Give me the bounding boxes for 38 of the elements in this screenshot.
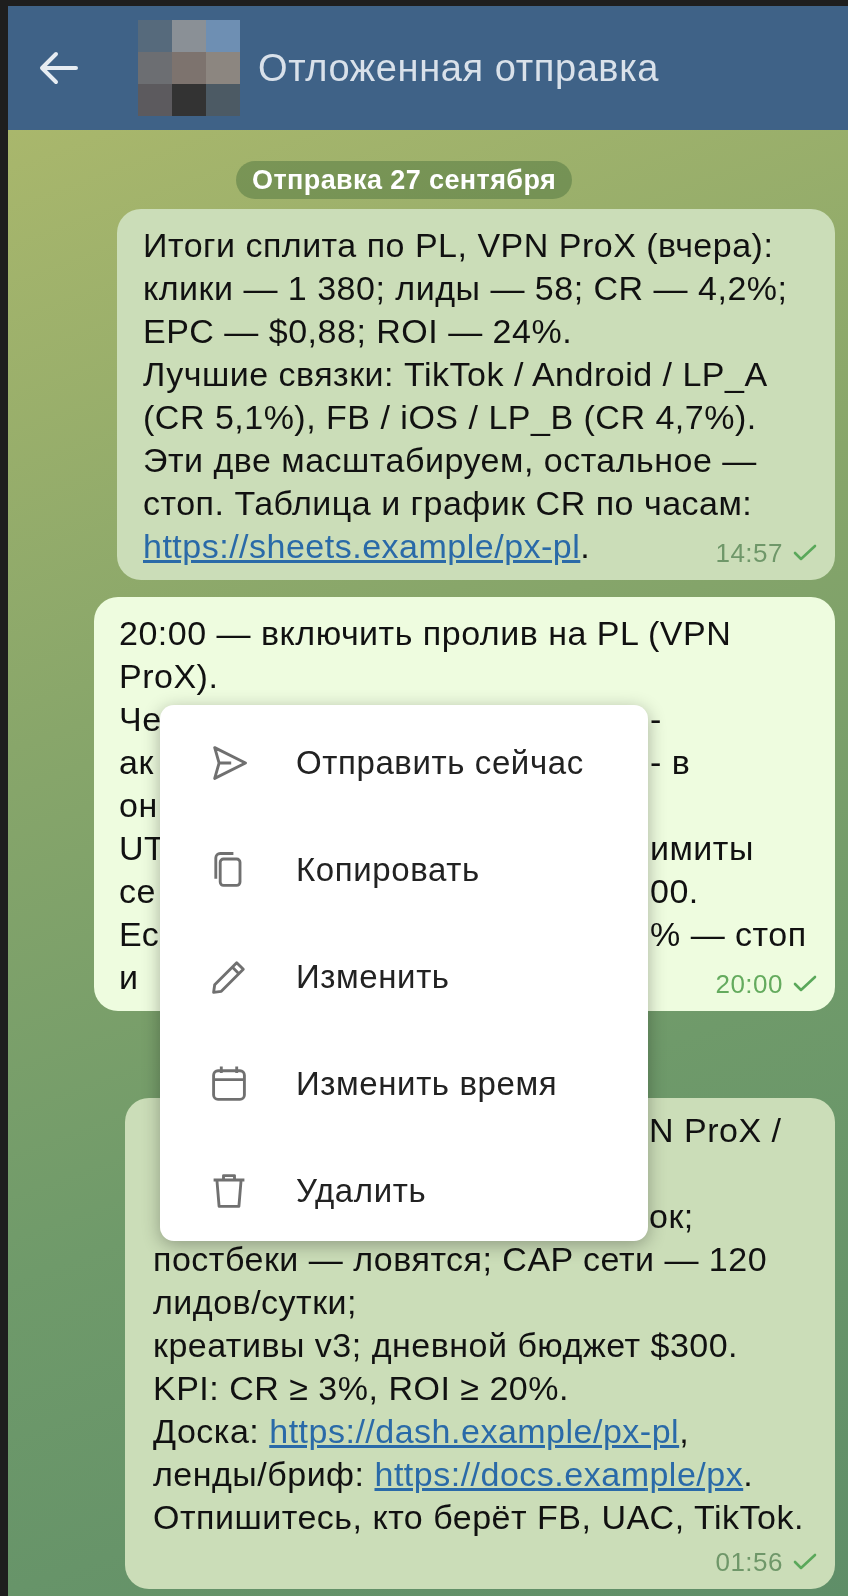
message-text: постбеки — ловятся; CAP сети — 120 [153, 1239, 768, 1280]
message-text: - [650, 699, 662, 740]
message-text: N ProX / [649, 1110, 782, 1151]
message-text: имиты [650, 828, 754, 869]
message-text: се [119, 872, 156, 910]
message-text: стоп. Таблица и график CR по часам: [143, 483, 753, 524]
message-text: , [679, 1411, 690, 1452]
message-text: лидов/сутки; [153, 1282, 357, 1323]
message-text: % — стоп [650, 914, 807, 955]
message-text: ок; [649, 1196, 694, 1237]
message-text: 00. [650, 871, 699, 912]
message-text: ленды/бриф: [153, 1454, 366, 1495]
message-time: 20:00 [715, 970, 783, 998]
window-title: Отложенная отправка [258, 46, 659, 90]
message-text: ProX). [119, 656, 219, 697]
message-time: 14:57 [715, 539, 783, 567]
message-text: и [119, 958, 139, 996]
message-text: он [119, 786, 158, 824]
message-text: Лучшие связки: TikTok / Android / LP_A [143, 354, 768, 395]
message-text: - в [650, 742, 691, 783]
message-text: KPI: CR ≥ 3%, ROI ≥ 20%. [153, 1368, 569, 1409]
message-text: клики — 1 380; лиды — 58; CR — 4,2%; [143, 268, 788, 309]
message-text: . [580, 526, 591, 567]
message-text: Эти две масштабируем, остальное — [143, 440, 757, 481]
message-text: Отпишитесь, кто берёт FB, UAC, TikTok. [153, 1497, 804, 1538]
message-text: Ес [119, 915, 160, 953]
message-text: ак [119, 743, 154, 781]
message-text: (CR 5,1%), FB / iOS / LP_B (CR 4,7%). [143, 397, 757, 438]
message-text: Доска: [153, 1411, 261, 1452]
message-time: 01:56 [715, 1548, 783, 1576]
message-text: UT [119, 829, 166, 867]
message-text: Че [119, 700, 162, 738]
date-label: Отправка 27 сентября [236, 161, 573, 199]
message-text: EPC — $0,88; ROI — 24%. [143, 311, 573, 352]
message-text: 20:00 — включить пролив на PL (VPN [119, 613, 732, 654]
message-text: . [743, 1454, 754, 1495]
message-text: креативы v3; дневной бюджет $300. [153, 1325, 739, 1366]
message-text: Итоги сплита по PL, VPN ProX (вчера): [143, 225, 774, 266]
